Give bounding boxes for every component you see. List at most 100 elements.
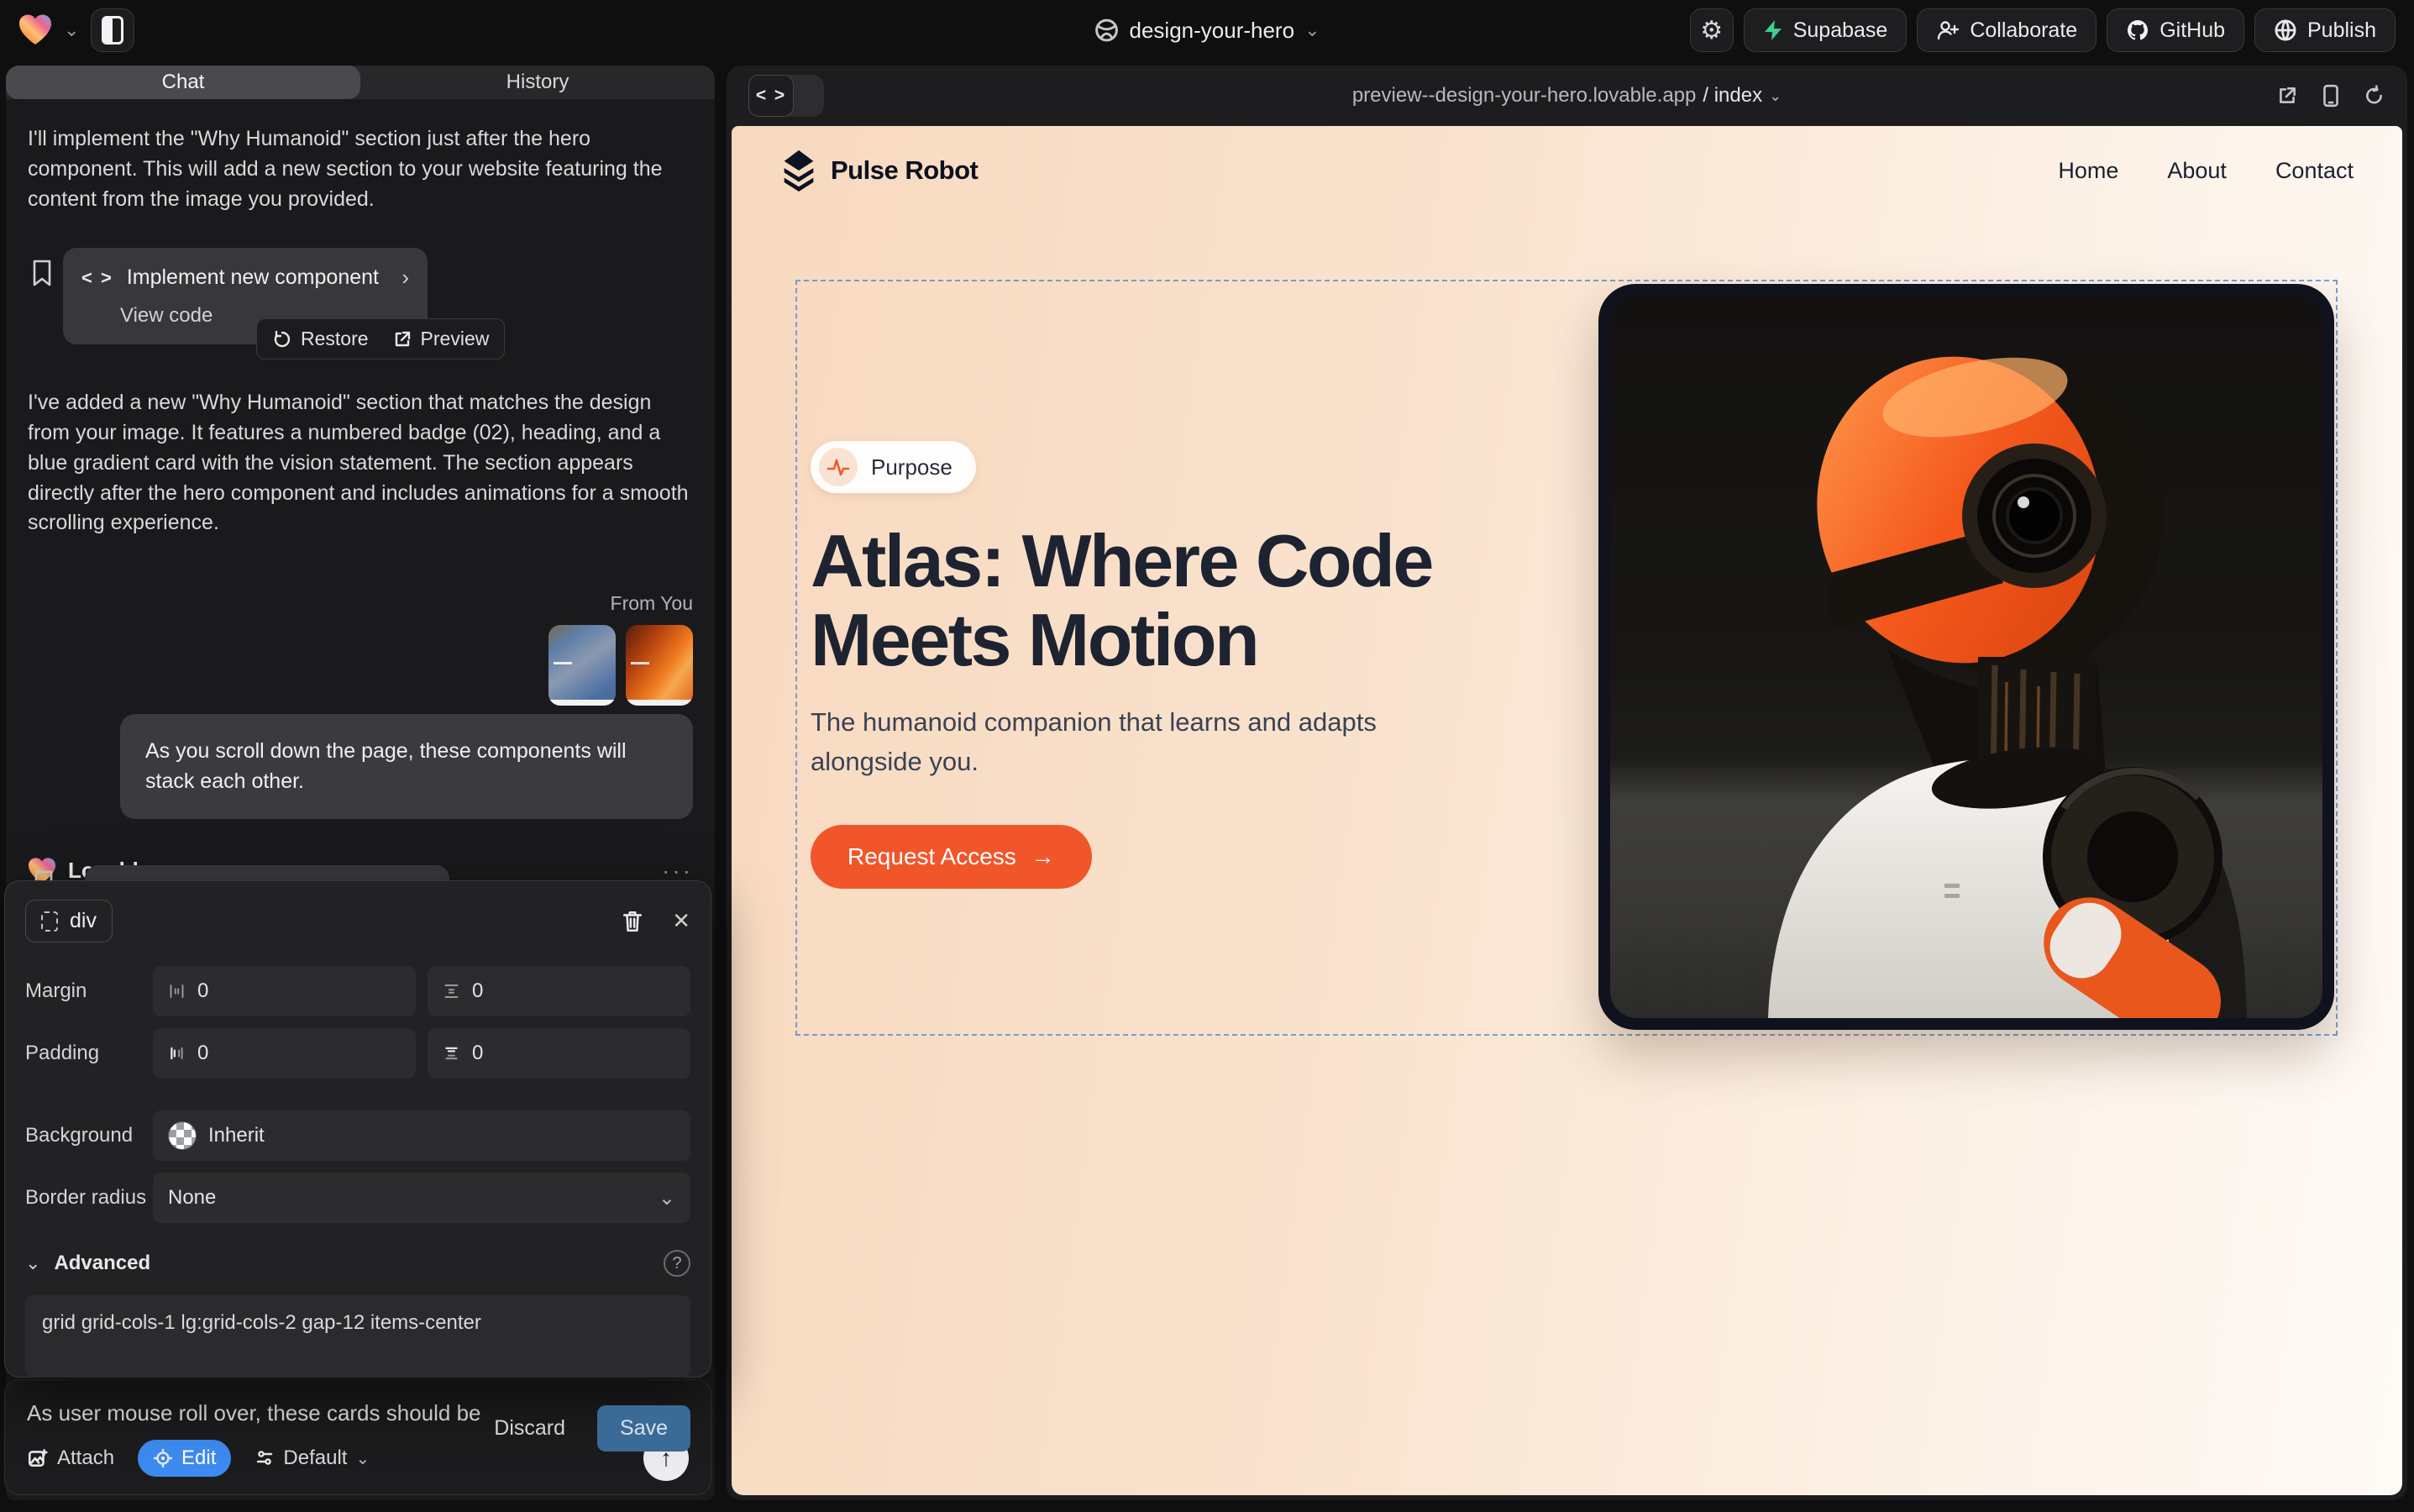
- close-icon[interactable]: ✕: [672, 908, 690, 934]
- selected-element-outline[interactable]: Purpose Atlas: Where Code Meets Motion T…: [795, 280, 2338, 1036]
- github-button[interactable]: GitHub: [2107, 8, 2244, 52]
- advanced-collapse-icon[interactable]: ⌄: [25, 1252, 40, 1274]
- project-chevron-icon: ⌄: [1304, 19, 1320, 41]
- assistant-message: I've added a new "Why Humanoid" section …: [28, 388, 693, 538]
- mobile-view-button[interactable]: [2322, 84, 2340, 108]
- project-icon: [1094, 18, 1120, 43]
- publish-label: Publish: [2307, 18, 2376, 43]
- publish-button[interactable]: Publish: [2254, 8, 2396, 52]
- margin-y-field[interactable]: [428, 966, 690, 1016]
- chevron-right-icon: ›: [401, 265, 409, 291]
- preview-url-bar[interactable]: preview--design-your-hero.lovable.app / …: [1352, 84, 1782, 108]
- tab-chat[interactable]: Chat: [6, 66, 360, 99]
- from-you-label: From You: [28, 592, 693, 615]
- code-view-icon: < >: [748, 75, 794, 117]
- restore-label: Restore: [301, 328, 369, 350]
- help-icon[interactable]: ?: [664, 1250, 690, 1277]
- background-field[interactable]: Inherit: [153, 1110, 690, 1161]
- transparency-swatch-icon: [168, 1121, 197, 1150]
- chevron-down-icon: ⌄: [659, 1186, 675, 1210]
- purpose-badge: Purpose: [811, 441, 976, 493]
- attachment-thumbnail-blue[interactable]: [548, 625, 616, 706]
- padding-x-field[interactable]: [153, 1028, 416, 1079]
- discard-button[interactable]: Discard: [494, 1416, 565, 1441]
- workspace-chevron-icon[interactable]: ⌄: [64, 19, 79, 41]
- preview-url-domain: preview--design-your-hero.lovable.app: [1352, 84, 1697, 108]
- hero-subtitle: The humanoid companion that learns and a…: [811, 703, 1399, 781]
- padding-y-field[interactable]: [428, 1028, 690, 1079]
- margin-horizontal-icon: [168, 981, 186, 1001]
- refresh-button[interactable]: [2364, 85, 2385, 107]
- restore-icon: [272, 329, 292, 349]
- margin-x-field[interactable]: [153, 966, 416, 1016]
- project-switcher[interactable]: design-your-hero ⌄: [1094, 0, 1320, 60]
- open-in-new-tab-button[interactable]: [2276, 85, 2298, 107]
- tab-history[interactable]: History: [360, 66, 715, 99]
- padding-x-input[interactable]: [197, 1042, 401, 1065]
- border-radius-select[interactable]: None ⌄: [153, 1173, 690, 1223]
- delete-element-button[interactable]: [622, 910, 643, 933]
- padding-y-input[interactable]: [472, 1042, 675, 1065]
- background-value: Inherit: [208, 1124, 265, 1147]
- preview-header: < > preview--design-your-hero.lovable.ap…: [727, 66, 2407, 126]
- globe-icon: [2274, 18, 2297, 42]
- padding-vertical-icon: [443, 1043, 460, 1063]
- chat-tabbar: Chat History: [6, 66, 715, 99]
- robot-image: [1610, 296, 2322, 1018]
- margin-vertical-icon: [443, 981, 460, 1001]
- collaborate-icon: [1936, 19, 1960, 41]
- background-label: Background: [25, 1124, 153, 1147]
- code-icon: < >: [81, 267, 113, 289]
- border-radius-label: Border radius: [25, 1186, 153, 1210]
- padding-horizontal-icon: [168, 1043, 186, 1063]
- cta-label: Request Access: [848, 843, 1016, 870]
- preview-url-path: / index: [1703, 84, 1762, 108]
- lovable-logo-icon[interactable]: [18, 14, 52, 46]
- margin-x-input[interactable]: [197, 979, 401, 1003]
- selected-element-chip[interactable]: div: [25, 900, 113, 942]
- component-card-title: Implement new component: [127, 265, 379, 290]
- save-button[interactable]: Save: [597, 1405, 690, 1452]
- request-access-button[interactable]: Request Access →: [811, 825, 1092, 889]
- github-label: GitHub: [2159, 18, 2225, 43]
- chevron-down-icon: ⌄: [1769, 87, 1782, 105]
- border-radius-value: None: [168, 1186, 216, 1210]
- top-bar: ⌄ design-your-hero ⌄ ⚙ Supabase Collabor…: [0, 0, 2414, 60]
- chat-panel: Chat History I'll implement the "Why Hum…: [6, 66, 715, 1500]
- padding-label: Padding: [25, 1042, 153, 1065]
- supabase-label: Supabase: [1793, 18, 1888, 43]
- attachment-thumbnail-orange[interactable]: [626, 625, 693, 706]
- site-preview: Pulse Robot Home About Contact Purpose: [732, 126, 2402, 1495]
- site-brand[interactable]: Pulse Robot: [780, 149, 978, 192]
- supabase-button[interactable]: Supabase: [1744, 8, 1908, 52]
- classes-textarea[interactable]: grid grid-cols-1 lg:grid-cols-2 gap-12 i…: [25, 1295, 690, 1378]
- hero-heading: Atlas: Where Code Meets Motion: [811, 522, 1550, 680]
- assistant-message: I'll implement the "Why Humanoid" sectio…: [28, 124, 693, 214]
- margin-label: Margin: [25, 979, 153, 1003]
- selection-box-icon: [41, 911, 58, 932]
- code-preview-toggle[interactable]: < >: [748, 75, 824, 117]
- preview-button[interactable]: Preview: [392, 328, 490, 350]
- nav-home[interactable]: Home: [2058, 158, 2118, 184]
- user-message-bubble: As you scroll down the page, these compo…: [120, 714, 693, 819]
- gear-icon: ⚙: [1700, 16, 1723, 45]
- supabase-icon: [1763, 19, 1783, 41]
- margin-y-input[interactable]: [472, 979, 675, 1003]
- sidebar-toggle-button[interactable]: [91, 8, 134, 52]
- advanced-label: Advanced: [54, 1252, 150, 1275]
- collaborate-button[interactable]: Collaborate: [1917, 8, 2097, 52]
- nav-contact[interactable]: Contact: [2275, 158, 2354, 184]
- badge-label: Purpose: [871, 454, 952, 480]
- settings-button[interactable]: ⚙: [1690, 8, 1734, 52]
- site-brand-name: Pulse Robot: [831, 155, 978, 186]
- element-inspector-panel: div ✕ Margin: [4, 880, 711, 1378]
- arrow-right-icon: →: [1031, 843, 1055, 870]
- bookmark-icon[interactable]: [31, 260, 53, 344]
- project-name: design-your-hero: [1130, 18, 1295, 44]
- pulse-robot-logo-icon: [780, 149, 817, 192]
- collaborate-label: Collaborate: [1970, 18, 2077, 43]
- restore-button[interactable]: Restore: [272, 328, 369, 350]
- preview-panel: < > preview--design-your-hero.lovable.ap…: [727, 66, 2407, 1500]
- nav-about[interactable]: About: [2167, 158, 2227, 184]
- external-link-icon: [392, 329, 412, 349]
